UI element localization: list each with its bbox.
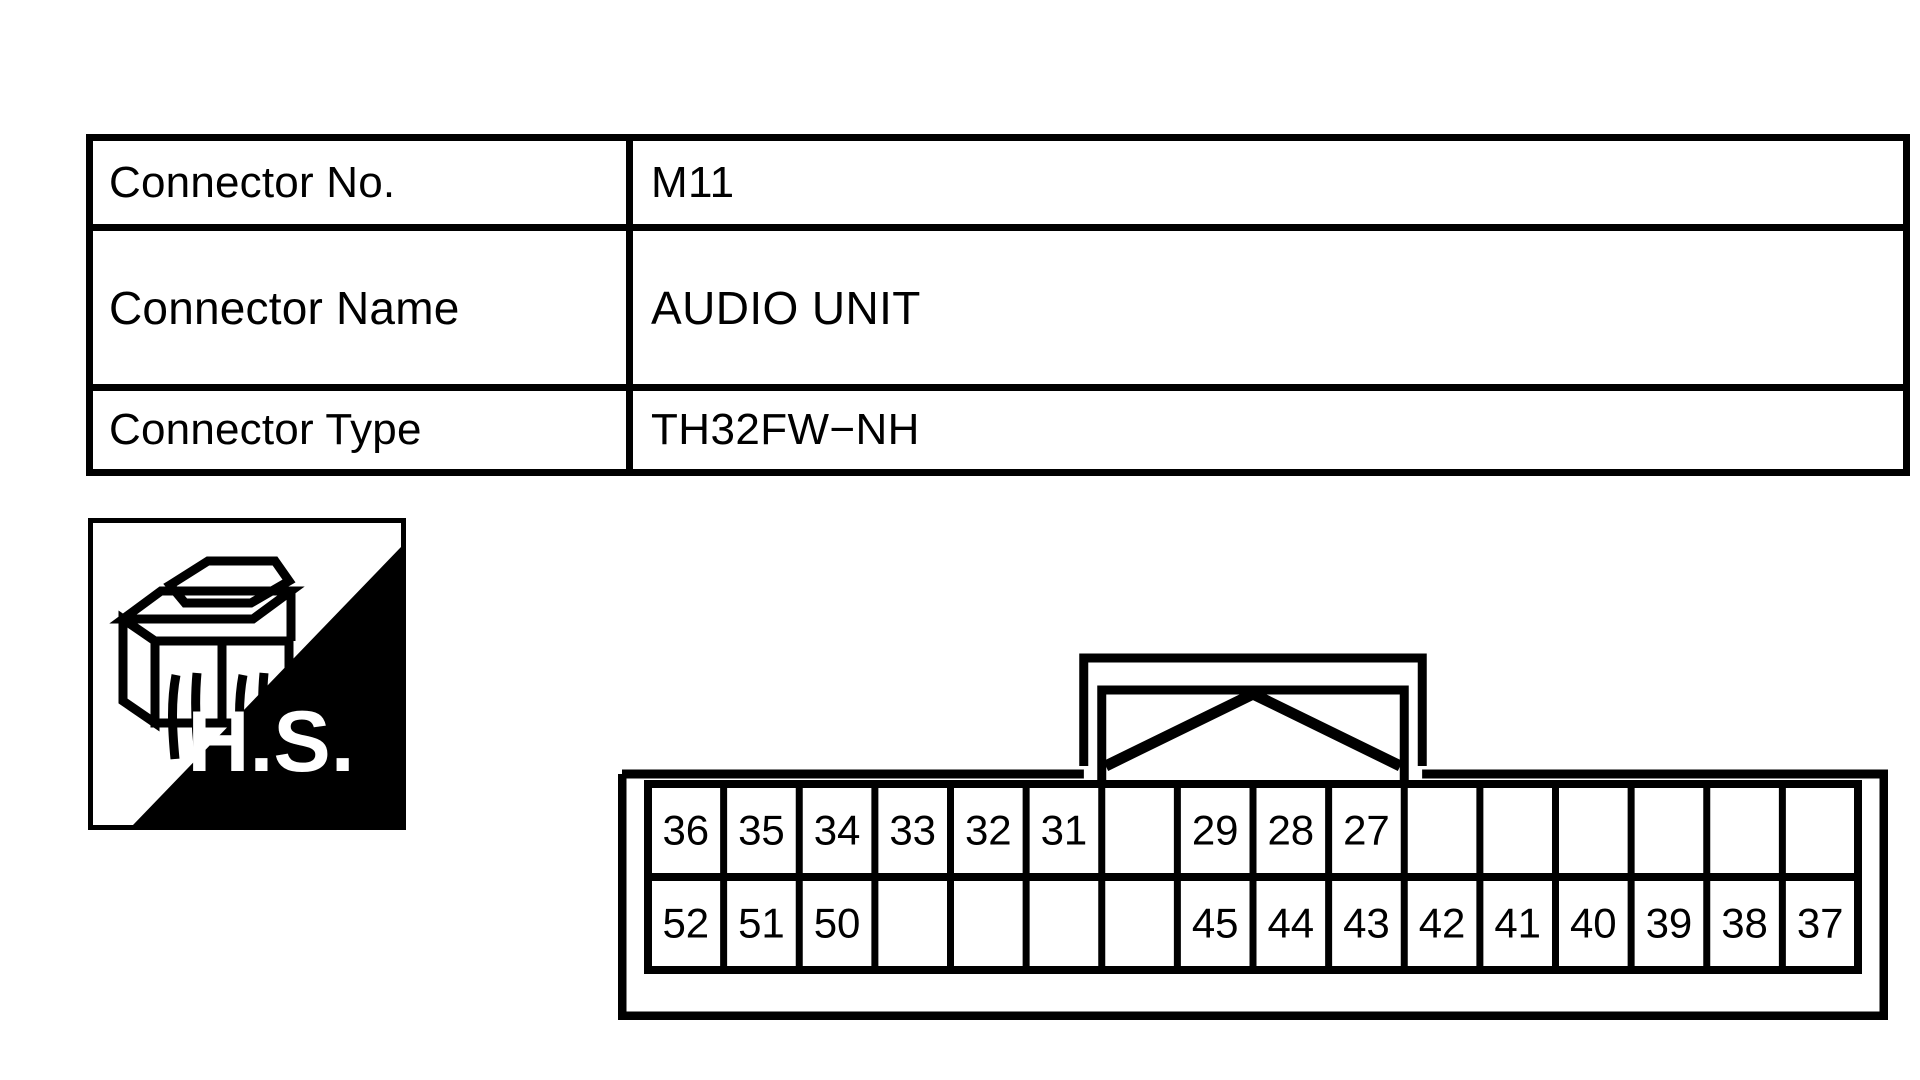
connector-type-value: TH32FW−NH [651, 405, 920, 454]
connector-type-label-cell: Connector Type [93, 391, 633, 469]
connector-pinout-svg: 36 35 34 33 32 31 29 28 27 52 51 50 45 44 43 42 41 40 39 38… [618, 653, 1888, 1020]
connector-name-value: AUDIO UNIT [651, 281, 921, 334]
pin-cell-bottom-12: 41 [1494, 900, 1541, 947]
latch-chevron [1103, 687, 1403, 771]
pin-number: 43 [1343, 900, 1390, 947]
pin-number: 34 [814, 807, 861, 854]
pin-cell-top-5: 32 [965, 807, 1012, 854]
pin-number: 27 [1343, 807, 1390, 854]
connector-no-value: M11 [651, 157, 735, 207]
pin-cell-bottom-16: 37 [1797, 900, 1844, 947]
pin-number: 40 [1570, 900, 1617, 947]
hs-badge-text: H.S. [187, 694, 354, 790]
pin-number: 41 [1494, 900, 1541, 947]
pin-number: 45 [1192, 900, 1239, 947]
pin-number: 44 [1267, 900, 1314, 947]
table-row-connector-type: Connector Type TH32FW−NH [93, 391, 1903, 469]
pin-number: 50 [814, 900, 861, 947]
pin-cell-bottom-11: 42 [1419, 900, 1466, 947]
pin-number: 52 [662, 900, 709, 947]
table-row-connector-no: Connector No. M11 [93, 141, 1903, 231]
pin-cell-bottom-8: 45 [1192, 900, 1239, 947]
connector-info-table: Connector No. M11 Connector Name AUDIO U… [86, 134, 1910, 476]
hs-badge: H.S. [88, 518, 406, 830]
pin-number: 31 [1041, 807, 1088, 854]
pin-cell-bottom-15: 38 [1721, 900, 1768, 947]
hs-badge-graphic: H.S. [109, 547, 401, 825]
pin-cell-bottom-3: 50 [814, 900, 861, 947]
pin-number: 51 [738, 900, 785, 947]
connector-type-label: Connector Type [109, 405, 422, 454]
pin-number: 39 [1646, 900, 1693, 947]
pin-number: 37 [1797, 900, 1844, 947]
pin-number: 28 [1267, 807, 1314, 854]
pin-cell-top-2: 35 [738, 807, 785, 854]
connector-name-label: Connector Name [109, 281, 460, 334]
connector-no-label: Connector No. [109, 157, 396, 207]
connector-name-label-cell: Connector Name [93, 231, 633, 384]
pin-cell-top-9: 28 [1267, 807, 1314, 854]
pin-number: 35 [738, 807, 785, 854]
pin-number: 38 [1721, 900, 1768, 947]
pin-number: 32 [965, 807, 1012, 854]
latch-tab-inner [1097, 685, 1409, 782]
pin-cell-top-6: 31 [1041, 807, 1088, 854]
pin-cell-top-10: 27 [1343, 807, 1390, 854]
pin-cell-bottom-14: 39 [1646, 900, 1693, 947]
pin-number: 42 [1419, 900, 1466, 947]
pin-number: 33 [889, 807, 936, 854]
pin-cell-bottom-1: 52 [662, 900, 709, 947]
pin-cell-top-3: 34 [814, 807, 861, 854]
pin-cell-top-8: 29 [1192, 807, 1239, 854]
pin-cell-bottom-2: 51 [738, 900, 785, 947]
connector-name-value-cell: AUDIO UNIT [633, 231, 1903, 384]
pin-cell-top-1: 36 [662, 807, 709, 854]
pin-number: 36 [662, 807, 709, 854]
pin-cell-top-4: 33 [889, 807, 936, 854]
connector-no-label-cell: Connector No. [93, 141, 633, 224]
connector-type-value-cell: TH32FW−NH [633, 391, 1903, 469]
pin-cell-bottom-10: 43 [1343, 900, 1390, 947]
pin-number: 29 [1192, 807, 1239, 854]
table-row-connector-name: Connector Name AUDIO UNIT [93, 231, 1903, 391]
pin-cell-bottom-9: 44 [1267, 900, 1314, 947]
connector-pinout-diagram: 36 35 34 33 32 31 29 28 27 52 51 50 45 44 43 42 41 40 39 38… [618, 648, 1888, 1020]
pin-cell-bottom-13: 40 [1570, 900, 1617, 947]
connector-no-value-cell: M11 [633, 141, 1903, 224]
